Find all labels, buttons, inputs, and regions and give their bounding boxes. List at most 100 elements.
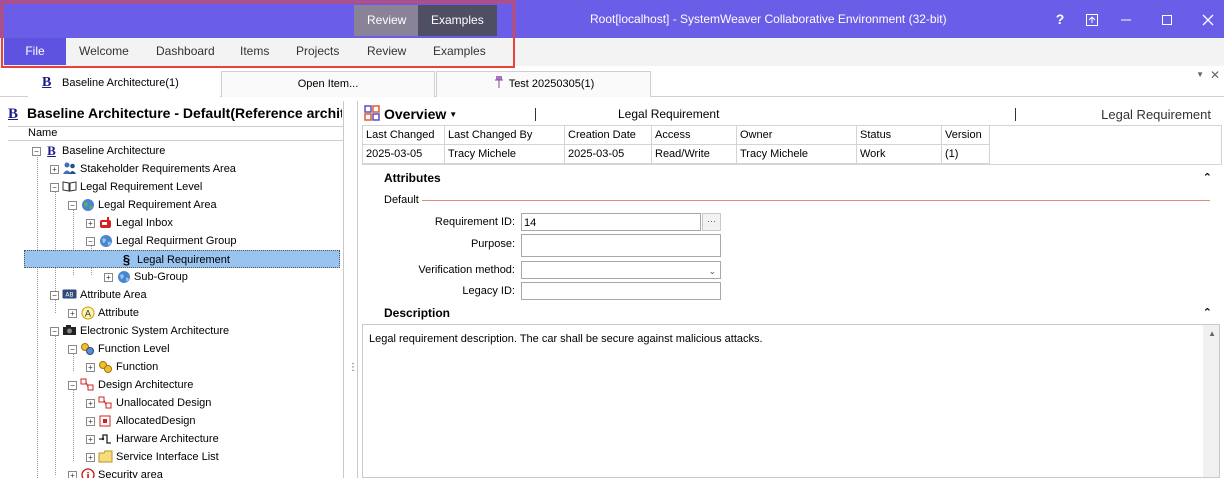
- requirement-id-label: Requirement ID:: [434, 216, 515, 228]
- tab-list-dropdown-icon[interactable]: ▼: [1196, 70, 1204, 79]
- collapse-icon[interactable]: −: [32, 146, 41, 156]
- tree-node-design-architecture[interactable]: − Design Architecture: [68, 376, 193, 394]
- collapse-attributes-icon[interactable]: ⌃: [1203, 171, 1212, 184]
- collapse-icon[interactable]: −: [68, 380, 77, 390]
- tree-node-allocateddesign[interactable]: + AllocatedDesign: [86, 412, 196, 430]
- document-tabs: B Baseline Architecture(1) Open Item... T…: [0, 68, 1224, 97]
- close-icon[interactable]: [1194, 6, 1222, 32]
- meta-header-cell: Last Changed By: [444, 125, 565, 145]
- svg-text:AB: AB: [65, 292, 73, 299]
- tree-node-label: Design Architecture: [98, 379, 194, 391]
- tree-node-baseline-architecture[interactable]: − B Baseline Architecture: [32, 142, 165, 160]
- close-tab-icon[interactable]: ✕: [1210, 68, 1220, 82]
- restore-ribbon-icon[interactable]: [1078, 6, 1106, 32]
- requirement-id-browse-button[interactable]: ···: [702, 213, 721, 231]
- meta-value-cell: (1): [941, 144, 990, 164]
- tree-node-label: Legal Requirement: [137, 254, 230, 266]
- tab-test[interactable]: Test 20250305(1): [436, 71, 651, 97]
- collapse-description-icon[interactable]: ⌃: [1203, 306, 1212, 319]
- meta-header-cell: Creation Date: [564, 125, 652, 145]
- expand-icon[interactable]: +: [104, 272, 113, 282]
- globe-icon: [116, 270, 131, 284]
- expand-icon[interactable]: +: [68, 308, 77, 318]
- purpose-field[interactable]: [521, 234, 721, 257]
- structure-tree-panel: B Baseline Architecture - Default(Referen…: [6, 101, 344, 478]
- highlight-box: [1, 1, 515, 68]
- attribute-area-icon: AB: [62, 288, 77, 302]
- tab-open-item[interactable]: Open Item...: [221, 71, 435, 97]
- tree-node-service-interface-list[interactable]: + Service Interface List: [86, 448, 219, 466]
- expand-icon[interactable]: +: [86, 218, 95, 228]
- tree-node-label: Attribute: [98, 307, 139, 319]
- tree-node-security-area[interactable]: + i Security area: [68, 466, 163, 478]
- tree-node-sub-group[interactable]: + Sub-Group: [104, 268, 188, 286]
- meta-value-cell: Tracy Michele: [444, 144, 565, 164]
- tree-node-label: Function: [116, 361, 159, 373]
- tree-node-label: Security area: [98, 469, 163, 478]
- tree-node-label: AllocatedDesign: [116, 415, 196, 427]
- description-title: Description: [384, 306, 451, 320]
- meta-header-cell: Status: [856, 125, 942, 145]
- tree-node-stakeholder-requirements-area[interactable]: + Stakeholder Requirements Area: [50, 160, 236, 178]
- item-type-right: Legal Requirement: [1101, 107, 1211, 122]
- tree-connector: [37, 155, 38, 478]
- meta-value-cell: 2025-03-05: [362, 144, 445, 164]
- tree-node-legal-requirment-group[interactable]: − Legal Requirment Group: [86, 232, 236, 250]
- description-scrollbar[interactable]: ▲: [1203, 325, 1219, 477]
- tree-node-legal-inbox[interactable]: + Legal Inbox: [86, 214, 173, 232]
- expand-icon[interactable]: +: [86, 398, 95, 408]
- baseline-icon: B: [8, 106, 19, 122]
- hardware-icon: [98, 432, 113, 446]
- scroll-up-icon[interactable]: ▲: [1208, 329, 1216, 338]
- item-header: Overview ▼ Legal Requirement Legal Requir…: [358, 105, 1224, 125]
- expand-icon[interactable]: +: [86, 434, 95, 444]
- expand-icon[interactable]: +: [68, 470, 77, 478]
- section-icon: §: [122, 252, 131, 268]
- item-view-panel: Overview ▼ Legal Requirement Legal Requir…: [357, 101, 1224, 478]
- tab-baseline-architecture[interactable]: B Baseline Architecture(1): [28, 71, 220, 97]
- requirement-id-field[interactable]: 14: [521, 213, 701, 231]
- tree-node-label: Function Level: [98, 343, 170, 355]
- tree-node-function-level[interactable]: − Function Level: [68, 340, 170, 358]
- metadata-table: Last Changed Last Changed By Creation Da…: [362, 125, 990, 164]
- metadata-value-row: 2025-03-05 Tracy Michele 2025-03-05 Read…: [362, 144, 990, 164]
- minimize-icon[interactable]: [1112, 6, 1140, 32]
- expand-icon[interactable]: +: [86, 362, 95, 372]
- expand-icon[interactable]: +: [86, 452, 95, 462]
- meta-header-cell: Last Changed: [362, 125, 445, 145]
- tree-node-harware-architecture[interactable]: + Harware Architecture: [86, 430, 219, 448]
- tree-column-header[interactable]: Name: [8, 126, 343, 141]
- tree-node-unallocated-design[interactable]: + Unallocated Design: [86, 394, 211, 412]
- tree-node-label: Legal Inbox: [116, 217, 173, 229]
- tree-node-legal-requirement-level[interactable]: − Legal Requirement Level: [50, 178, 202, 196]
- collapse-icon[interactable]: −: [50, 326, 59, 336]
- tree-node-label: Legal Requirement Area: [98, 199, 217, 211]
- legacy-id-field[interactable]: [521, 282, 721, 300]
- expand-icon[interactable]: +: [86, 416, 95, 426]
- help-icon[interactable]: ?: [1046, 6, 1074, 32]
- function-level-icon: [80, 342, 95, 356]
- collapse-icon[interactable]: −: [50, 182, 59, 192]
- overview-dropdown[interactable]: Overview ▼: [364, 105, 457, 122]
- verification-method-select[interactable]: ⌄: [521, 261, 721, 279]
- tree-node-legal-requirement[interactable]: § Legal Requirement: [24, 250, 340, 268]
- tree-node-legal-requirement-area[interactable]: − Legal Requirement Area: [68, 196, 217, 214]
- tree-node-label: Stakeholder Requirements Area: [80, 163, 236, 175]
- description-editor[interactable]: Legal requirement description. The car s…: [362, 324, 1220, 478]
- tab-label: Baseline Architecture(1): [62, 77, 179, 89]
- tree-title: B Baseline Architecture - Default(Referen…: [8, 105, 342, 125]
- expand-icon[interactable]: +: [50, 164, 59, 174]
- tree-node-electronic-system-architecture[interactable]: − Electronic System Architecture: [50, 322, 229, 340]
- collapse-icon[interactable]: −: [86, 236, 95, 246]
- maximize-icon[interactable]: [1153, 6, 1181, 32]
- collapse-icon[interactable]: −: [68, 200, 77, 210]
- design-icon: [98, 396, 113, 410]
- meta-value-cell: Work: [856, 144, 942, 164]
- tree-connector: [55, 335, 56, 475]
- tree-node-attribute[interactable]: + A Attribute: [68, 304, 139, 322]
- collapse-icon[interactable]: −: [68, 344, 77, 354]
- tree-node-function[interactable]: + Function: [86, 358, 158, 376]
- tree-node-attribute-area[interactable]: − AB Attribute Area: [50, 286, 147, 304]
- collapse-icon[interactable]: −: [50, 290, 59, 300]
- tree-title-text: Baseline Architecture - Default(Referenc…: [27, 105, 342, 121]
